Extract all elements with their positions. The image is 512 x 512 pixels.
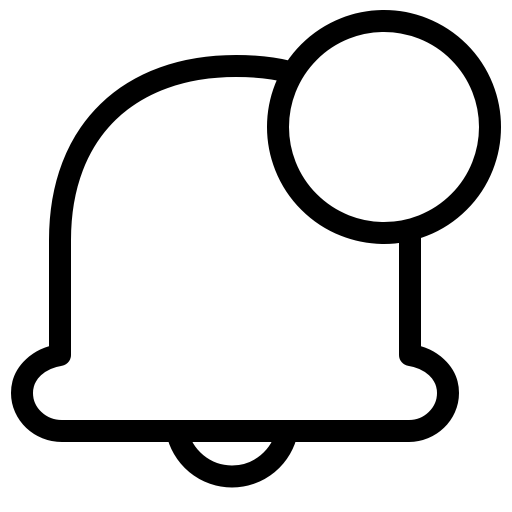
icon-canvas (0, 0, 512, 512)
notification-dot (267, 10, 501, 244)
notification-bell-icon (11, 10, 501, 488)
